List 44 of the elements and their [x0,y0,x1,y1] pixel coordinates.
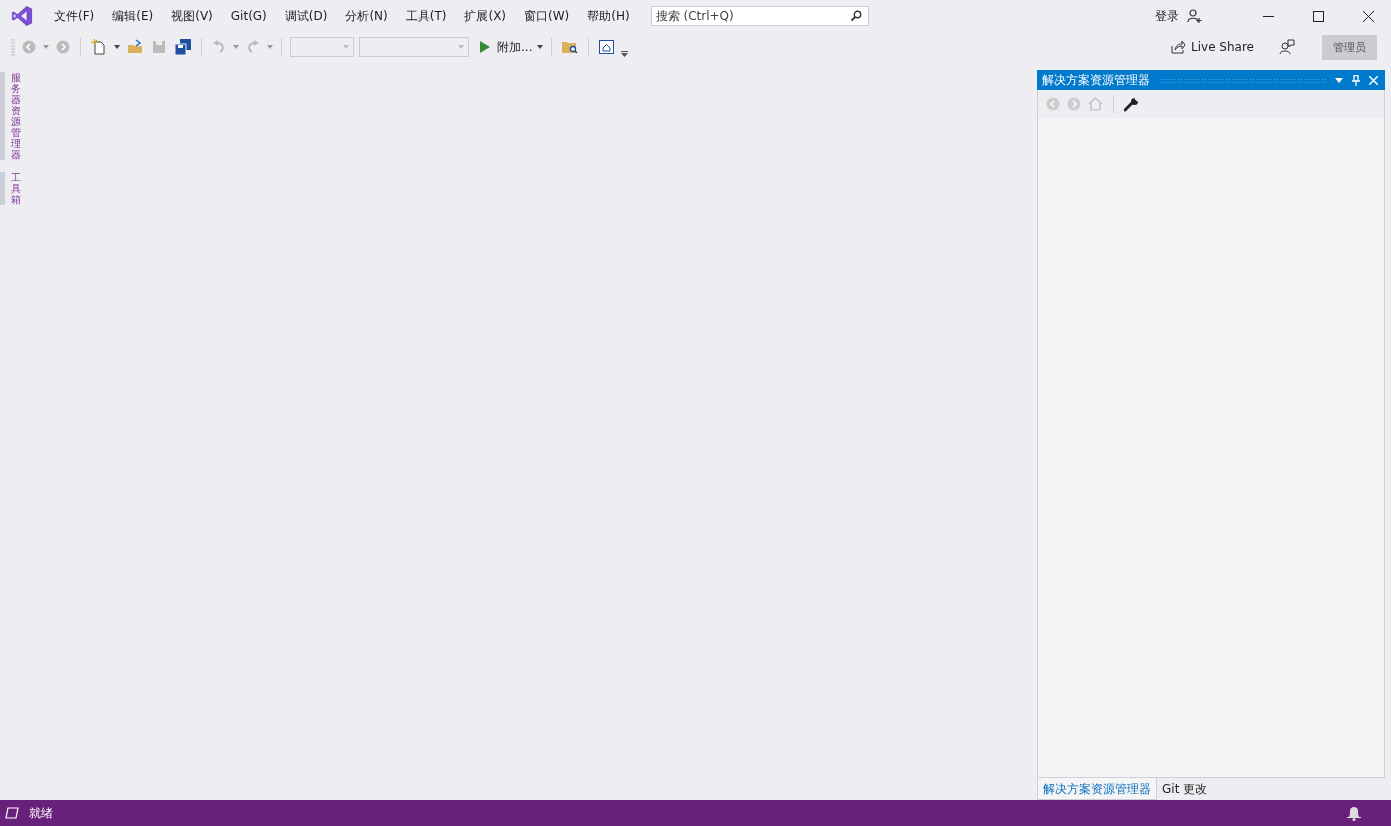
menu-item[interactable]: 视图(V) [162,7,222,25]
folder-icon[interactable] [127,39,143,55]
search-field[interactable]: 搜索 (Ctrl+Q) [650,6,869,26]
window-icon[interactable] [599,40,615,54]
menu-item[interactable]: 工具(T) [396,7,456,25]
caret-icon[interactable] [1335,77,1343,83]
close-icon[interactable] [1363,10,1374,22]
start-button[interactable]: 附加... [497,38,533,56]
status-text: 就绪 [29,804,53,822]
feedback-icon[interactable] [1279,39,1295,55]
admin-badge: 管理员 [1322,34,1377,60]
pin-icon[interactable] [1352,74,1360,86]
add-user-icon[interactable] [1187,9,1203,23]
menu-item[interactable]: 窗口(W) [515,7,579,25]
caret-icon [458,45,464,49]
wrench-icon[interactable] [1124,96,1139,112]
side-tab[interactable]: 工具箱 [0,172,21,205]
overflow-icon[interactable] [621,51,629,57]
logo-icon [11,5,33,27]
save-all-icon[interactable] [175,39,191,55]
status-window-icon [5,807,19,819]
live-share-button[interactable]: Live Share [1191,40,1254,54]
folder-search-icon[interactable] [562,40,579,54]
search-icon [849,10,862,22]
menu-item[interactable]: 扩展(X) [455,7,516,25]
menu-item[interactable]: Git(G) [221,9,276,23]
bell-icon[interactable] [1347,805,1361,821]
share-icon[interactable] [1171,40,1187,54]
new-item-icon[interactable] [91,39,107,55]
play-icon[interactable] [480,41,490,53]
menu-item[interactable]: 分析(N) [336,7,397,25]
sign-in-link[interactable]: 登录 [1155,7,1179,25]
panel-tab[interactable]: Git 更改 [1157,778,1213,800]
menu-item[interactable]: 调试(D) [275,7,337,25]
menu-item[interactable]: 文件(F) [45,7,104,25]
panel-tab[interactable]: 解决方案资源管理器 [1037,778,1157,800]
panel-title: 解决方案资源管理器 [1042,71,1150,89]
caret-icon[interactable] [114,45,120,49]
side-tab[interactable]: 服务器资源管理器 [0,72,21,160]
caret-icon[interactable] [537,45,544,49]
caret-icon [343,45,349,49]
menu-item[interactable]: 编辑(E) [103,7,163,25]
menu-item[interactable]: 帮助(H) [578,7,639,25]
maximize-icon[interactable] [1313,10,1324,22]
